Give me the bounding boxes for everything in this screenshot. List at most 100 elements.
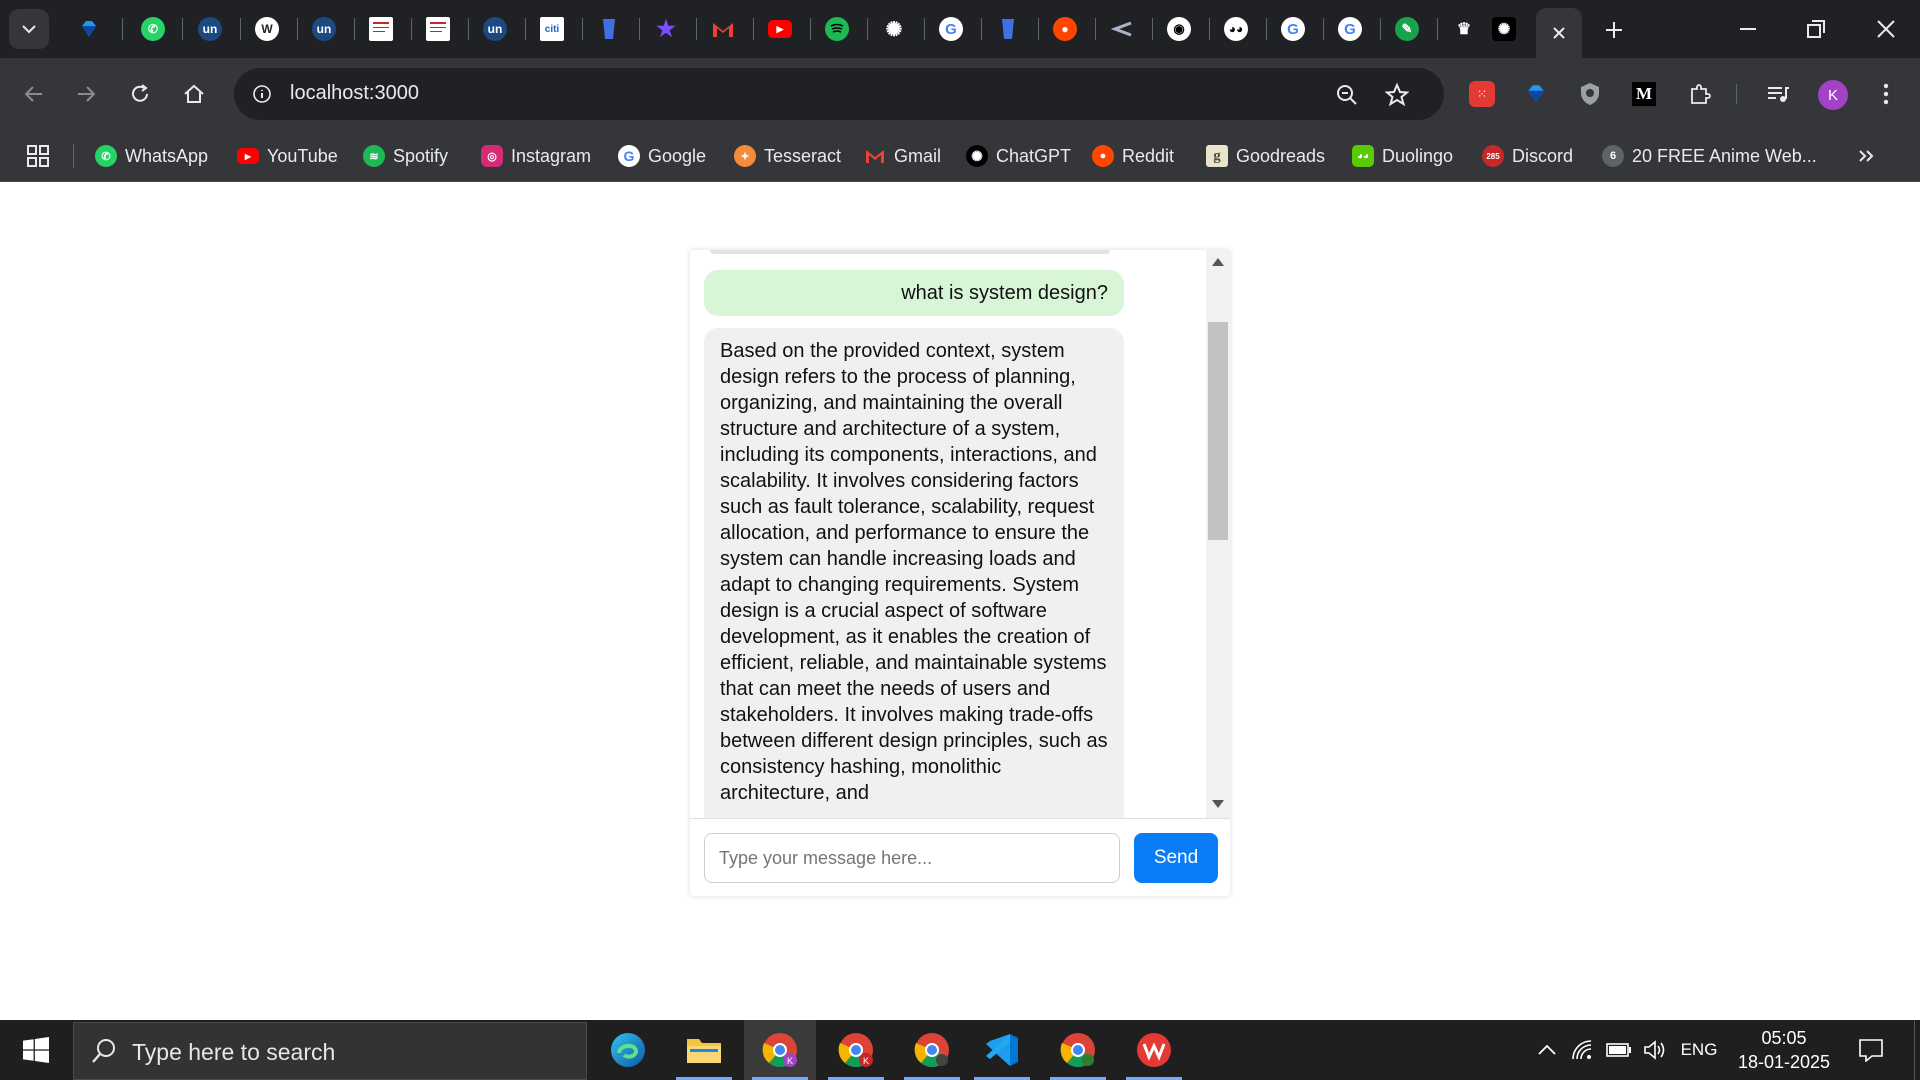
tab-github[interactable]: ◉ bbox=[1164, 14, 1194, 44]
extensions-button[interactable] bbox=[1684, 78, 1716, 110]
tab-share[interactable] bbox=[1107, 14, 1137, 44]
notification-center-button[interactable] bbox=[1854, 1034, 1888, 1066]
site-info-button[interactable] bbox=[246, 78, 278, 110]
browser-menu-button[interactable] bbox=[1870, 78, 1902, 110]
tab-crown[interactable]: ♛ bbox=[1449, 14, 1479, 44]
tray-volume[interactable] bbox=[1640, 1020, 1670, 1080]
bookmark-item[interactable]: ✦ Tesseract bbox=[734, 142, 841, 170]
bookmark-item[interactable]: ● Reddit bbox=[1092, 142, 1174, 170]
restore-icon bbox=[1807, 20, 1825, 38]
tab-unstop-2[interactable]: un bbox=[309, 14, 339, 44]
forward-button[interactable] bbox=[66, 74, 106, 114]
taskbar-clock[interactable]: 05:05 18-01-2025 bbox=[1726, 1026, 1842, 1074]
bookmark-icon bbox=[597, 17, 621, 41]
tab-feather[interactable]: ✎ bbox=[1392, 14, 1422, 44]
send-button[interactable]: Send bbox=[1134, 833, 1218, 883]
battery-icon bbox=[1606, 1043, 1631, 1057]
chrome-icon bbox=[914, 1033, 949, 1068]
bookmark-item[interactable]: Gmail bbox=[864, 142, 941, 170]
tab-separator bbox=[122, 18, 123, 40]
tab-bookmark-blue-2[interactable] bbox=[993, 14, 1023, 44]
taskbar-chrome-3[interactable] bbox=[896, 1020, 968, 1080]
bookmark-item[interactable]: ≋ Spotify bbox=[363, 142, 448, 170]
tab-star[interactable]: ★ bbox=[651, 14, 681, 44]
tray-overflow-button[interactable] bbox=[1532, 1020, 1562, 1080]
bookmark-item[interactable]: ◎ Instagram bbox=[481, 142, 591, 170]
message-input[interactable] bbox=[704, 833, 1120, 883]
scrollbar-thumb[interactable] bbox=[1208, 322, 1228, 540]
tab-bookmark-blue[interactable] bbox=[594, 14, 624, 44]
tab-whatsapp[interactable]: ✆ bbox=[138, 14, 168, 44]
bookmark-item[interactable]: 6 20 FREE Anime Web... bbox=[1602, 142, 1817, 170]
tray-language[interactable]: ENG bbox=[1678, 1020, 1720, 1080]
shield-icon bbox=[1581, 83, 1599, 105]
tab-gem[interactable] bbox=[74, 14, 104, 44]
tab-google-1[interactable]: G bbox=[936, 14, 966, 44]
tab-openai[interactable]: ✺ bbox=[1489, 14, 1519, 44]
bookmark-item[interactable]: 285 Discord bbox=[1482, 142, 1573, 170]
taskbar-search[interactable]: Type here to search bbox=[73, 1022, 587, 1080]
bookmark-item[interactable]: ✺ ChatGPT bbox=[966, 142, 1071, 170]
tab-gmail[interactable] bbox=[708, 14, 738, 44]
taskbar-file-explorer[interactable] bbox=[668, 1020, 740, 1080]
bookmark-item[interactable]: ◕◕ Duolingo bbox=[1352, 142, 1453, 170]
extension-medium[interactable]: M bbox=[1628, 78, 1660, 110]
scroll-up-arrow-icon[interactable] bbox=[1212, 258, 1224, 266]
tab-unstop-3[interactable]: un bbox=[480, 14, 510, 44]
bookmark-item[interactable]: G Google bbox=[618, 142, 706, 170]
reload-button[interactable] bbox=[120, 74, 160, 114]
home-button[interactable] bbox=[174, 74, 214, 114]
tab-search-button[interactable] bbox=[9, 9, 49, 49]
extension-gem[interactable] bbox=[1520, 78, 1552, 110]
minimize-button[interactable] bbox=[1714, 0, 1782, 58]
close-tab-icon[interactable] bbox=[1552, 26, 1566, 40]
tab-chatgpt[interactable]: ✺ bbox=[879, 14, 909, 44]
tab-spotify[interactable] bbox=[822, 14, 852, 44]
bookmark-item[interactable]: ▶ YouTube bbox=[237, 142, 338, 170]
extension-dice[interactable]: ⁙ bbox=[1466, 78, 1498, 110]
taskbar-chrome-4[interactable] bbox=[1042, 1020, 1114, 1080]
tray-battery[interactable] bbox=[1604, 1020, 1634, 1080]
tab-wordpress[interactable]: W bbox=[252, 14, 282, 44]
bookmarks-divider bbox=[73, 144, 74, 168]
close-window-button[interactable] bbox=[1852, 0, 1920, 58]
bookmark-item[interactable]: g Goodreads bbox=[1206, 142, 1325, 170]
taskbar-edge[interactable] bbox=[592, 1020, 664, 1080]
zoom-button[interactable] bbox=[1332, 80, 1362, 110]
bookmark-label: Goodreads bbox=[1236, 145, 1326, 166]
unstop-icon: un bbox=[198, 17, 222, 41]
taskbar-vscode[interactable] bbox=[966, 1020, 1038, 1080]
tab-reddit[interactable]: ● bbox=[1050, 14, 1080, 44]
tab-document-2[interactable] bbox=[423, 14, 453, 44]
bookmarks-overflow-button[interactable] bbox=[1852, 144, 1880, 168]
chat-messages[interactable]: what is system design? Based on the prov… bbox=[690, 250, 1230, 818]
scroll-down-arrow-icon[interactable] bbox=[1212, 800, 1224, 808]
apps-button[interactable] bbox=[24, 142, 52, 170]
tab-unstop-1[interactable]: un bbox=[195, 14, 225, 44]
address-url[interactable]: localhost:3000 bbox=[290, 82, 419, 105]
bookmark-item[interactable]: ✆ WhatsApp bbox=[95, 142, 208, 170]
extension-shield[interactable] bbox=[1574, 78, 1606, 110]
media-control-button[interactable] bbox=[1762, 78, 1794, 110]
tab-owl[interactable]: ◕◕ bbox=[1221, 14, 1251, 44]
tab-citi[interactable]: citi bbox=[537, 14, 567, 44]
taskbar-wps[interactable] bbox=[1118, 1020, 1190, 1080]
start-button[interactable] bbox=[0, 1020, 72, 1080]
wps-office-icon bbox=[1137, 1033, 1171, 1067]
address-bar[interactable]: localhost:3000 bbox=[234, 68, 1444, 120]
tab-google-2[interactable]: G bbox=[1278, 14, 1308, 44]
new-tab-button[interactable] bbox=[1598, 14, 1630, 46]
back-button[interactable] bbox=[14, 74, 54, 114]
show-desktop-button[interactable] bbox=[1914, 1020, 1920, 1080]
restore-button[interactable] bbox=[1782, 0, 1850, 58]
taskbar-chrome-2[interactable]: K bbox=[820, 1020, 892, 1080]
tab-document-1[interactable] bbox=[366, 14, 396, 44]
taskbar-chrome-active[interactable]: K bbox=[744, 1020, 816, 1080]
profile-avatar[interactable]: K bbox=[1818, 80, 1848, 110]
bookmark-star-button[interactable] bbox=[1382, 80, 1412, 110]
tray-network[interactable] bbox=[1568, 1020, 1598, 1080]
active-tab[interactable] bbox=[1536, 8, 1582, 58]
tab-google-3[interactable]: G bbox=[1335, 14, 1365, 44]
chat-scrollbar[interactable] bbox=[1206, 250, 1230, 818]
tab-youtube[interactable]: ▶ bbox=[765, 14, 795, 44]
